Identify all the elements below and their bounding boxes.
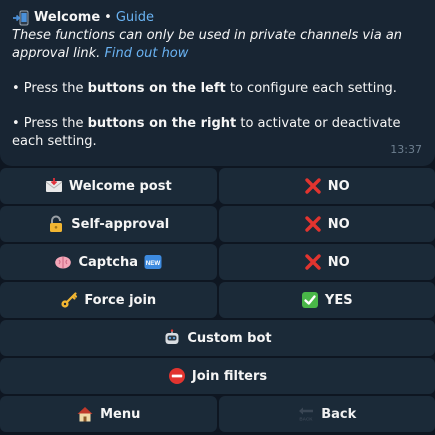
new-badge-icon: NEW (144, 253, 162, 271)
menu-label: Menu (100, 406, 141, 422)
keyboard-row: Captcha NEW NO (0, 244, 435, 280)
house-icon (76, 405, 94, 423)
back-label: Back (321, 406, 357, 422)
instruction-left-bold: buttons on the left (87, 81, 226, 96)
instruction-left-prefix: • Press the (12, 81, 88, 96)
custom-bot-label: Custom bot (187, 330, 272, 346)
robot-icon (163, 329, 181, 347)
back-button[interactable]: BACK Back (218, 396, 435, 432)
check-mark-icon (301, 291, 319, 309)
phone-arrow-icon (12, 10, 30, 26)
keyboard-row: Menu BACK Back (0, 396, 435, 432)
cross-mark-icon (304, 253, 322, 271)
intro-sentence: These functions can only be used in priv… (12, 28, 403, 61)
instruction-right-bold: buttons on the right (87, 116, 237, 131)
find-out-how-link[interactable]: Find out how (104, 46, 188, 61)
key-icon (60, 291, 78, 309)
lock-icon (47, 215, 65, 233)
intro-text: These functions can only be used in priv… (12, 27, 423, 63)
keyboard-row: Join filters (0, 358, 435, 394)
instruction-left: • Press the buttons on the left to confi… (12, 80, 423, 98)
keyboard-row: Self-approval NO (0, 206, 435, 242)
force-join-status: YES (324, 292, 353, 308)
guide-link[interactable]: Guide (116, 9, 154, 27)
back-arrow-icon: BACK (297, 405, 315, 423)
message-title: Welcome (34, 10, 101, 25)
join-filters-label: Join filters (191, 368, 268, 384)
cross-mark-icon (304, 215, 322, 233)
envelope-icon (45, 177, 63, 195)
captcha-status: NO (327, 254, 350, 270)
message-bubble: Welcome • Guide These functions can only… (0, 0, 435, 166)
new-badge-text: NEW (146, 260, 161, 267)
custom-bot-button[interactable]: Custom bot (0, 320, 435, 356)
instruction-right-prefix: • Press the (12, 116, 88, 131)
self-approval-button[interactable]: Self-approval (0, 206, 217, 242)
menu-button[interactable]: Menu (0, 396, 217, 432)
join-filters-button[interactable]: Join filters (0, 358, 435, 394)
captcha-toggle[interactable]: NO (218, 244, 435, 280)
instruction-left-suffix: to configure each setting. (225, 81, 397, 96)
welcome-post-status: NO (327, 178, 350, 194)
inline-keyboard: Welcome post NO Self-approval NO Captcha… (0, 166, 435, 432)
force-join-toggle[interactable]: YES (218, 282, 435, 318)
no-entry-icon (168, 367, 186, 385)
keyboard-row: Custom bot (0, 320, 435, 356)
instruction-right: • Press the buttons on the right to acti… (12, 115, 423, 151)
brain-icon (54, 253, 72, 271)
title-separator: • (104, 10, 112, 25)
welcome-post-button[interactable]: Welcome post (0, 168, 217, 204)
self-approval-label: Self-approval (71, 216, 170, 232)
force-join-button[interactable]: Force join (0, 282, 217, 318)
self-approval-status: NO (327, 216, 350, 232)
message-time: 13:37 (390, 143, 422, 156)
welcome-post-toggle[interactable]: NO (218, 168, 435, 204)
keyboard-row: Force join YES (0, 282, 435, 318)
self-approval-toggle[interactable]: NO (218, 206, 435, 242)
message-header: Welcome • Guide (12, 9, 423, 27)
captcha-button[interactable]: Captcha NEW (0, 244, 217, 280)
svg-text:BACK: BACK (300, 417, 314, 422)
captcha-label: Captcha (78, 254, 139, 270)
cross-mark-icon (304, 177, 322, 195)
force-join-label: Force join (84, 292, 157, 308)
keyboard-row: Welcome post NO (0, 168, 435, 204)
welcome-post-label: Welcome post (68, 178, 172, 194)
